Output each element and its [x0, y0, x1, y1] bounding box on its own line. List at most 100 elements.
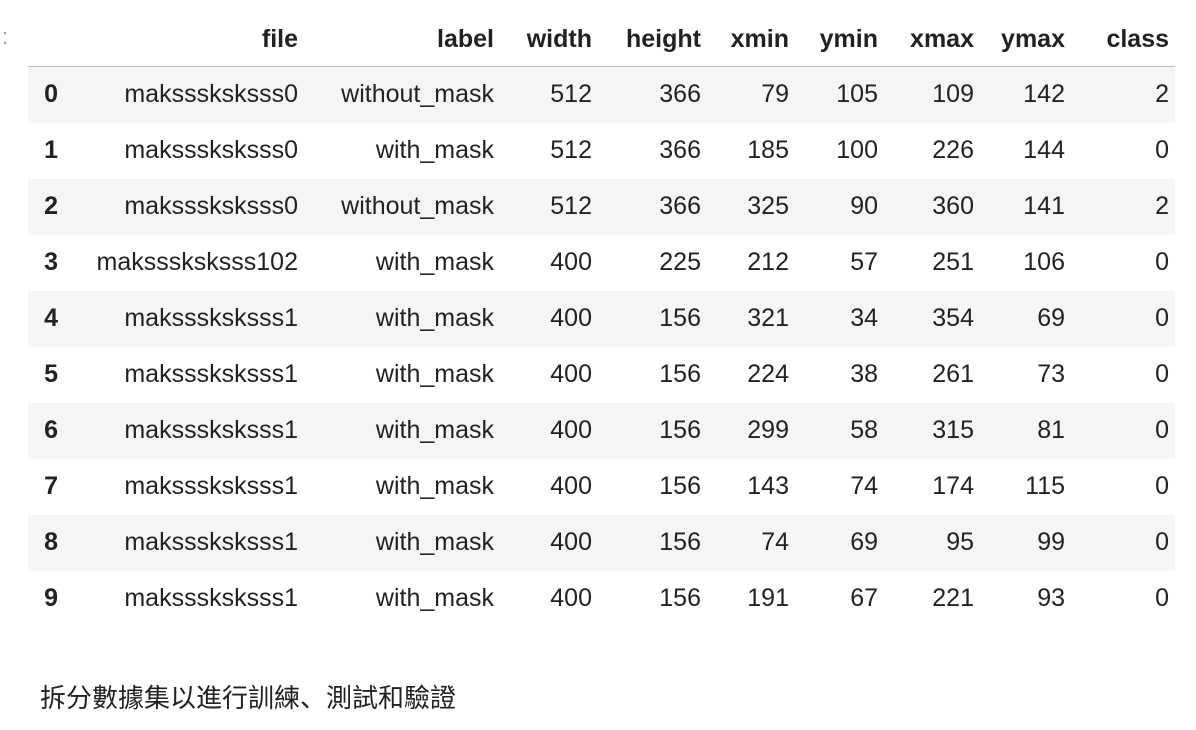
row-index: 2: [28, 179, 80, 235]
table-cell-label: with_mask: [375, 472, 494, 500]
row-index-label: 9: [44, 584, 58, 612]
table-cell-height: 366: [659, 80, 701, 109]
table-cell-ymin: 74: [850, 472, 878, 500]
dataframe-table: file label width height xmin ymin xmax y…: [28, 12, 1175, 627]
table-cell-file: maksssksksss0: [124, 80, 298, 109]
table-row: 4 maksssksksss1 with_mask 400 156 321 34 354 69 0: [28, 290, 1175, 347]
table-cell-ymax: 99: [1037, 528, 1065, 556]
markdown-cell-text: 拆分數據集以進行訓練、測試和驗證: [40, 684, 457, 714]
row-index-label: 6: [44, 416, 58, 444]
table-cell-label: with_mask: [375, 360, 494, 388]
table-row: 3 maksssksksss102 with_mask 400 225 212 57 251 1…: [28, 235, 1175, 291]
row-index-label: 7: [44, 472, 58, 500]
table-row: 0 maksssksksss0 without_mask 512 366 79 105 109…: [28, 66, 1175, 123]
table-row: 2 maksssksksss0 without_mask 512 366 325 90 360…: [28, 178, 1175, 235]
table-cell-class: 0: [1155, 472, 1169, 500]
table-cell-class: 0: [1155, 304, 1169, 332]
table-cell-file: maksssksksss0: [124, 192, 298, 220]
table-cell-file: maksssksksss1: [124, 584, 298, 612]
table-body: 0 maksssksksss0 without_mask 512 366 79 105 109…: [28, 66, 1175, 627]
row-index: 5: [28, 347, 80, 403]
table-cell-class: 0: [1155, 584, 1169, 612]
table-cell-file: maksssksksss1: [124, 528, 298, 556]
table-cell-height: 156: [659, 528, 701, 556]
table-cell-width: 512: [550, 80, 592, 109]
row-index: 4: [28, 291, 80, 347]
column-header-height: height: [598, 12, 707, 67]
table-cell-height: 366: [659, 192, 701, 220]
column-header-file: file: [80, 12, 304, 67]
index-header: [28, 12, 80, 67]
table-cell-class: 2: [1155, 192, 1169, 220]
table-cell-label: without_mask: [341, 192, 494, 220]
row-index-label: 0: [44, 80, 58, 109]
table-cell-width: 400: [550, 472, 592, 500]
row-index: 6: [28, 403, 80, 459]
table-cell-label: without_mask: [341, 80, 494, 109]
row-index: 1: [28, 123, 80, 179]
header-row: file label width height xmin ymin xmax y…: [28, 12, 1175, 67]
table-cell-class: 0: [1155, 360, 1169, 388]
table-cell-label: with_mask: [375, 304, 494, 332]
table-cell-xmax: 354: [932, 304, 974, 332]
table-cell-xmin: 143: [747, 472, 789, 500]
table-cell-ymax: 106: [1023, 248, 1065, 276]
table-cell-xmax: 109: [932, 80, 974, 109]
table-cell-class: 2: [1155, 80, 1169, 109]
table-cell-xmin: 325: [747, 192, 789, 220]
table-cell-ymin: 69: [850, 528, 878, 556]
table-cell-ymin: 90: [850, 192, 878, 220]
column-header-ymin: ymin: [795, 12, 884, 67]
table-cell-ymin: 105: [836, 80, 878, 109]
table-row: 6 maksssksksss1 with_mask 400 156 299 58 315 81 0: [28, 402, 1175, 459]
column-header-ymax: ymax: [980, 12, 1071, 67]
table-cell-xmax: 261: [932, 360, 974, 388]
table-cell-ymax: 81: [1037, 416, 1065, 444]
table-cell-width: 512: [550, 192, 592, 220]
table-cell-width: 400: [550, 416, 592, 444]
row-index: 0: [28, 67, 80, 123]
table-cell-xmax: 221: [932, 584, 974, 612]
table-cell-ymax: 115: [1025, 472, 1065, 500]
table-cell-label: with_mask: [375, 416, 494, 444]
table-row: 5 maksssksksss1 with_mask 400 156 224 38 261 73 0: [28, 347, 1175, 403]
table-row: 7 maksssksksss1 with_mask 400 156 143 74 174 115…: [28, 459, 1175, 515]
table-cell-ymax: 144: [1023, 136, 1065, 164]
row-index: 7: [28, 459, 80, 515]
table-cell-ymax: 69: [1037, 304, 1065, 332]
table-cell-ymin: 100: [836, 136, 878, 164]
table-cell-ymax: 142: [1023, 80, 1065, 109]
row-index-label: 8: [44, 528, 58, 556]
table-cell-class: 0: [1155, 416, 1169, 444]
table-cell-xmax: 315: [932, 416, 974, 444]
table-cell-width: 400: [550, 360, 592, 388]
table-cell-class: 0: [1155, 136, 1169, 164]
row-index-label: 1: [44, 136, 58, 164]
table-cell-width: 400: [550, 304, 592, 332]
table-cell-ymin: 34: [850, 304, 878, 332]
table-cell-height: 156: [659, 416, 701, 444]
table-cell-height: 225: [659, 248, 701, 276]
table-cell-class: 0: [1155, 248, 1169, 276]
table-cell-ymax: 141: [1023, 192, 1065, 220]
table-cell-height: 366: [659, 136, 701, 164]
table-cell-width: 400: [550, 248, 592, 276]
table-cell-width: 400: [550, 584, 592, 612]
table-cell-xmax: 360: [932, 192, 974, 220]
table-cell-ymax: 93: [1037, 584, 1065, 612]
table-cell-height: 156: [659, 584, 701, 612]
column-header-width: width: [500, 12, 598, 67]
column-header-class: class: [1071, 12, 1175, 67]
table-cell-height: 156: [659, 360, 701, 388]
table-cell-file: maksssksksss1: [124, 304, 298, 332]
row-index-label: 5: [44, 360, 58, 388]
column-header-label: label: [304, 12, 500, 67]
row-index: 8: [28, 515, 80, 571]
table-cell-label: with_mask: [375, 248, 494, 276]
table-cell-xmin: 321: [747, 304, 789, 332]
column-header-xmin: xmin: [707, 12, 795, 67]
table-row: 1 maksssksksss0 with_mask 512 366 185 100 226 14…: [28, 123, 1175, 179]
table-cell-ymin: 57: [850, 248, 878, 276]
table-cell-label: with_mask: [375, 584, 494, 612]
table-cell-class: 0: [1155, 528, 1169, 556]
